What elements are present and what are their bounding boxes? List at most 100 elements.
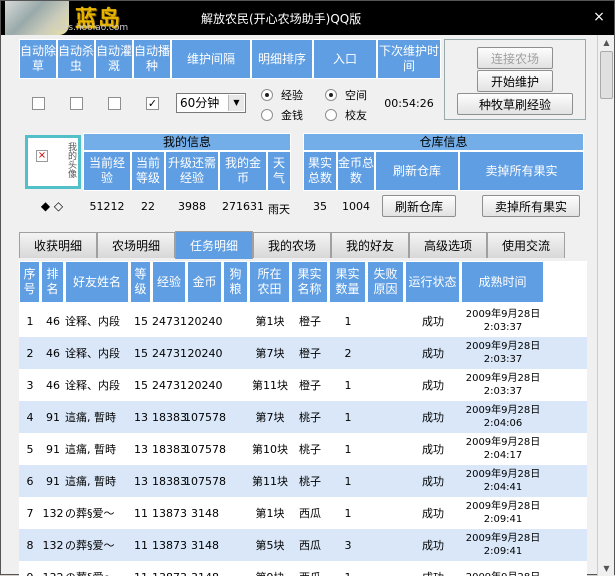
cell-col-dogfood bbox=[223, 561, 249, 576]
header-col-fruit-count[interactable]: 果实数量 bbox=[329, 261, 366, 303]
cell-col-fruit-name: 西瓜 bbox=[291, 497, 329, 529]
table-row[interactable]: 7132の葬§爱～11138733148第1块西瓜1成功2009年9月28日2:… bbox=[19, 497, 587, 529]
cell-col-index: 8 bbox=[19, 529, 41, 561]
cell-col-exp: 24731 bbox=[152, 369, 187, 401]
cell-col-exp: 18383 bbox=[152, 465, 187, 497]
table-row[interactable]: 246诠释、内段152473120240第7块橙子2成功2009年9月28日2:… bbox=[19, 337, 587, 369]
cell-col-dogfood bbox=[223, 337, 249, 369]
scroll-thumb[interactable] bbox=[600, 51, 613, 99]
cell-col-rank: 91 bbox=[41, 401, 65, 433]
start-maintain-button[interactable]: 开始维护 bbox=[477, 70, 553, 92]
scroll-up-icon[interactable]: ▲ bbox=[599, 35, 614, 50]
cell-col-level: 13 bbox=[130, 401, 152, 433]
cell-col-fruit-count: 1 bbox=[329, 305, 367, 337]
header-sort: 明细排序 bbox=[251, 39, 313, 79]
cell-col-fruit-name: 桃子 bbox=[291, 433, 329, 465]
cell-col-status: 成功 bbox=[405, 497, 461, 529]
tab-forum[interactable]: 使用交流 bbox=[487, 232, 565, 258]
mature-date: 2009年9月28日 bbox=[466, 308, 541, 321]
auto-weed-checkbox[interactable] bbox=[32, 97, 45, 110]
wh-header-gold-total: 金币总数 bbox=[337, 151, 375, 191]
header-entry: 入口 bbox=[313, 39, 377, 79]
cell-col-friend-name: 诠释、内段 bbox=[65, 337, 130, 369]
wh-gold-total-value: 1004 bbox=[337, 195, 375, 217]
table-row[interactable]: 346诠释、内段152473120240第11块橙子1成功2009年9月28日2… bbox=[19, 369, 587, 401]
cell-col-gold: 20240 bbox=[187, 337, 223, 369]
cell-col-field: 第1块 bbox=[249, 497, 291, 529]
cell-col-field: 第10块 bbox=[249, 433, 291, 465]
sell-all-fruits-button[interactable]: 卖掉所有果实 bbox=[482, 195, 580, 217]
tab-my-farm[interactable]: 我的农场 bbox=[253, 232, 331, 258]
sort-exp-label: 经验 bbox=[277, 86, 307, 104]
sort-exp-radio[interactable] bbox=[261, 89, 273, 101]
cell-col-fruit-count: 1 bbox=[329, 401, 367, 433]
table-row[interactable]: 8132の葬§爱～11138733148第5块西瓜3成功2009年9月28日2:… bbox=[19, 529, 587, 561]
plant-grass-button[interactable]: 种牧草刷经验 bbox=[457, 93, 573, 115]
header-col-mature-time[interactable]: 成熟时间 bbox=[461, 261, 544, 303]
cell-col-field: 第9块 bbox=[249, 561, 291, 576]
cell-col-dogfood bbox=[223, 305, 249, 337]
cell-col-mature-time: 2009年9月28日2:03:37 bbox=[461, 337, 545, 369]
header-col-gold[interactable]: 金币 bbox=[187, 261, 222, 303]
scroll-down-icon[interactable]: ▼ bbox=[599, 561, 614, 576]
cell-col-fruit-name: 橙子 bbox=[291, 369, 329, 401]
cell-col-fail-reason bbox=[367, 561, 405, 576]
avatar-label: 我的头像 bbox=[52, 142, 76, 178]
cell-col-status: 成功 bbox=[405, 561, 461, 576]
tab-my-friends[interactable]: 我的好友 bbox=[331, 232, 409, 258]
auto-bug-checkbox[interactable] bbox=[70, 97, 83, 110]
header-col-index[interactable]: 序号 bbox=[19, 261, 40, 303]
cell-col-level: 15 bbox=[130, 337, 152, 369]
info-header-need-exp: 升级还需经验 bbox=[165, 151, 219, 191]
entry-space-label: 空间 bbox=[341, 86, 371, 104]
cell-col-fail-reason bbox=[367, 465, 405, 497]
tab-advanced[interactable]: 高级选项 bbox=[409, 232, 487, 258]
mature-time: 2:09:41 bbox=[484, 545, 523, 558]
header-col-field[interactable]: 所在农田 bbox=[249, 261, 290, 303]
tab-farm[interactable]: 农场明细 bbox=[97, 232, 175, 258]
cell-col-level: 13 bbox=[130, 433, 152, 465]
cell-col-gold: 107578 bbox=[187, 433, 223, 465]
cell-col-friend-name: の葬§爱～ bbox=[65, 497, 130, 529]
mature-date: 2009年9月28日 bbox=[466, 500, 541, 513]
cell-col-rank: 46 bbox=[41, 337, 65, 369]
cell-col-dogfood bbox=[223, 465, 249, 497]
cell-col-level: 11 bbox=[130, 529, 152, 561]
cell-col-rank: 132 bbox=[41, 497, 65, 529]
auto-plant-checkbox[interactable]: ✓ bbox=[146, 97, 159, 110]
vertical-scrollbar[interactable]: ▲ ▼ bbox=[597, 35, 614, 576]
cell-col-status: 成功 bbox=[405, 305, 461, 337]
cell-col-fruit-count: 1 bbox=[329, 465, 367, 497]
table-row[interactable]: 9132の葬§爱～11138733148第9块西瓜1成功2009年9月28日 bbox=[19, 561, 587, 576]
close-icon[interactable]: × bbox=[590, 8, 608, 26]
header-col-friend-name[interactable]: 好友姓名 bbox=[65, 261, 129, 303]
table-row[interactable]: 491這痛, 暫時1318383107578第7块桃子1成功2009年9月28日… bbox=[19, 401, 587, 433]
auto-water-checkbox[interactable] bbox=[108, 97, 121, 110]
header-col-fruit-name[interactable]: 果实名称 bbox=[291, 261, 328, 303]
mature-time: 2:03:37 bbox=[484, 321, 523, 334]
cell-col-index: 4 bbox=[19, 401, 41, 433]
entry-space-radio[interactable] bbox=[325, 89, 337, 101]
header-col-fail-reason[interactable]: 失败原因 bbox=[367, 261, 404, 303]
tab-tasks[interactable]: 任务明细 bbox=[175, 231, 253, 259]
diamond-icon: ◆ ◇ bbox=[32, 197, 72, 215]
entry-alumni-radio[interactable] bbox=[325, 109, 337, 121]
wh-header-sell: 卖掉所有果实 bbox=[459, 151, 584, 191]
table-row[interactable]: 146诠释、内段152473120240第1块橙子1成功2009年9月28日2:… bbox=[19, 305, 587, 337]
interval-select[interactable]: 60分钟 ▼ bbox=[176, 93, 246, 113]
table-row[interactable]: 591這痛, 暫時1318383107578第10块桃子1成功2009年9月28… bbox=[19, 433, 587, 465]
header-col-exp[interactable]: 经验 bbox=[152, 261, 186, 303]
table-row[interactable]: 691這痛, 暫時1318383107578第11块桃子1成功2009年9月28… bbox=[19, 465, 587, 497]
tab-harvest[interactable]: 收获明细 bbox=[19, 232, 97, 258]
header-col-rank[interactable]: 排名 bbox=[41, 261, 64, 303]
connect-farm-button[interactable]: 连接农场 bbox=[477, 47, 553, 69]
mature-time: 2:04:41 bbox=[484, 481, 523, 494]
cell-col-field: 第1块 bbox=[249, 305, 291, 337]
refresh-warehouse-button[interactable]: 刷新仓库 bbox=[382, 195, 456, 217]
app-window: 蓝岛 bbs.hoolao.com 解放农民(开心农场助手)QQ版 × ▲ ▼ … bbox=[0, 0, 615, 575]
sort-money-radio[interactable] bbox=[261, 109, 273, 121]
header-col-status[interactable]: 运行状态 bbox=[405, 261, 460, 303]
header-col-dogfood[interactable]: 狗粮 bbox=[223, 261, 248, 303]
mature-time: 2:09:41 bbox=[484, 513, 523, 526]
header-col-level[interactable]: 等级 bbox=[130, 261, 151, 303]
